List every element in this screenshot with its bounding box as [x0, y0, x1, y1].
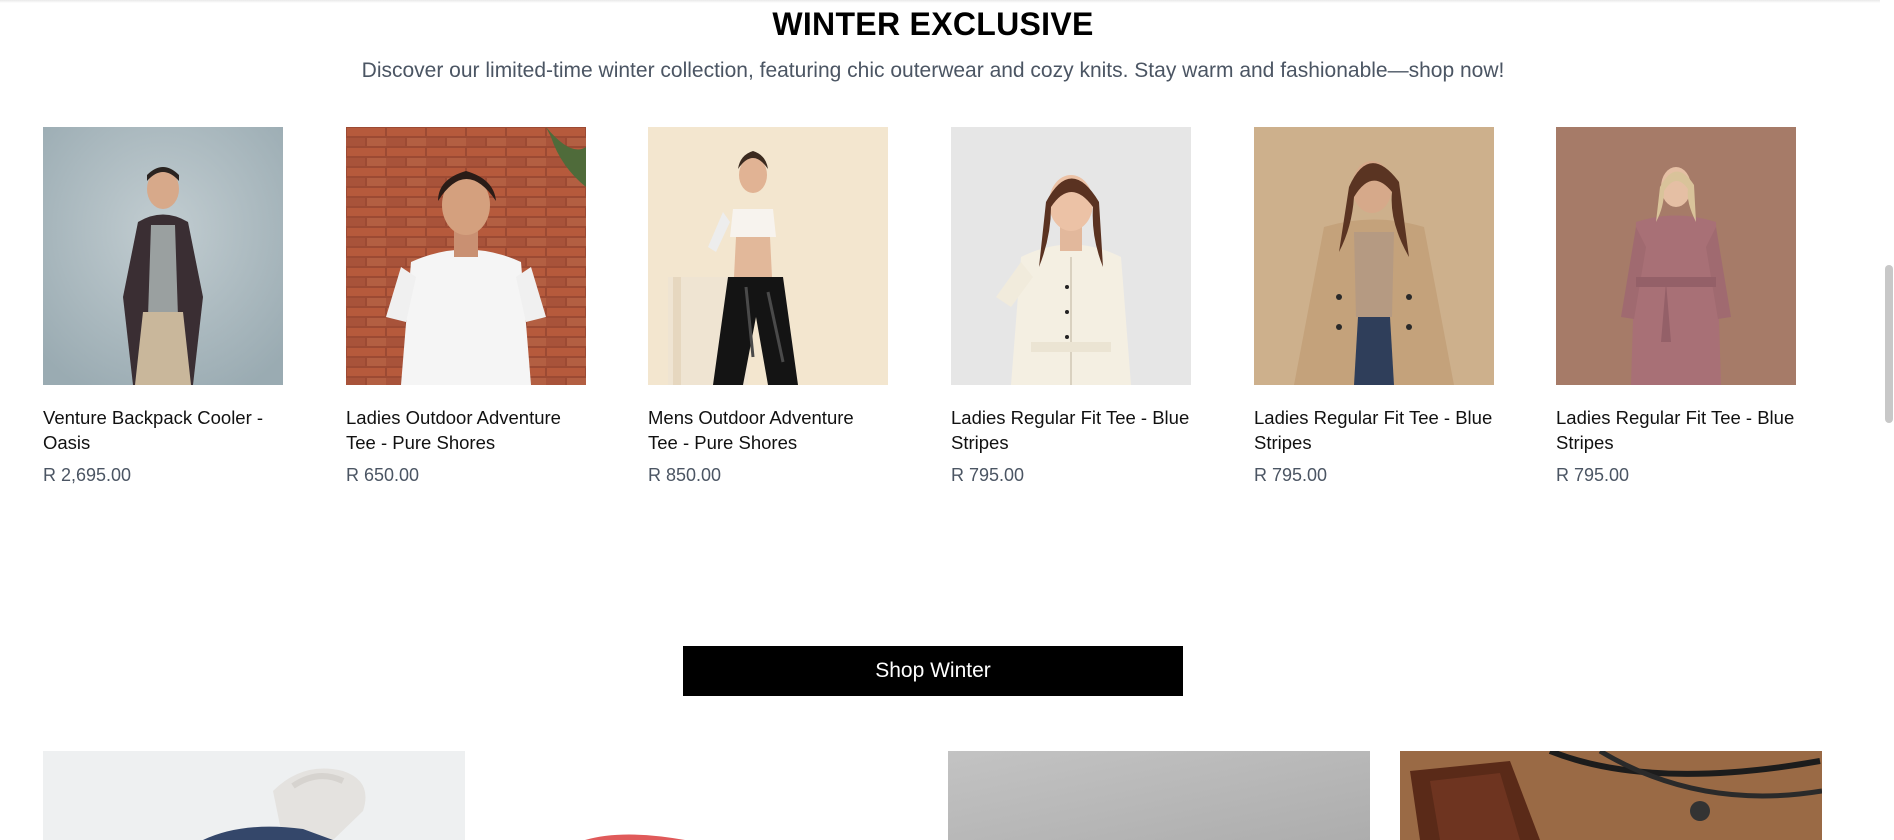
product-card[interactable]: Ladies Regular Fit Tee - Blue Stripes R …: [1254, 127, 1494, 486]
section-title: WINTER EXCLUSIVE: [772, 6, 1094, 42]
category-tile[interactable]: [43, 751, 465, 840]
product-name[interactable]: Ladies Regular Fit Tee - Blue Stripes: [1254, 405, 1494, 455]
product-image[interactable]: [43, 127, 283, 385]
product-price: R 795.00: [951, 465, 1025, 485]
header-shadow: [0, 0, 1880, 3]
product-image[interactable]: [1254, 127, 1494, 385]
product-card[interactable]: Venture Backpack Cooler - Oasis R 2,695.…: [43, 127, 283, 486]
product-card[interactable]: Ladies Regular Fit Tee - Blue Stripes R …: [951, 127, 1191, 486]
product-image[interactable]: [1556, 127, 1796, 385]
category-tile[interactable]: [948, 751, 1370, 840]
scrollbar-thumb[interactable]: [1885, 265, 1893, 423]
product-price: R 2,695.00: [43, 465, 132, 485]
product-name[interactable]: Ladies Regular Fit Tee - Blue Stripes: [951, 405, 1191, 455]
category-tile[interactable]: [495, 751, 917, 840]
category-tile[interactable]: [1400, 751, 1822, 840]
product-price: R 795.00: [1556, 465, 1630, 485]
section-subtitle: Discover our limited-time winter collect…: [361, 59, 1505, 82]
product-card[interactable]: Mens Outdoor Adventure Tee - Pure Shores…: [648, 127, 888, 486]
product-image[interactable]: [951, 127, 1191, 385]
product-name[interactable]: Ladies Outdoor Adventure Tee - Pure Shor…: [346, 405, 586, 455]
product-card[interactable]: Ladies Regular Fit Tee - Blue Stripes R …: [1556, 127, 1796, 486]
product-image[interactable]: [346, 127, 586, 385]
product-price: R 850.00: [648, 465, 722, 485]
product-name[interactable]: Venture Backpack Cooler - Oasis: [43, 405, 283, 455]
product-price: R 650.00: [346, 465, 420, 485]
shop-winter-button[interactable]: Shop Winter: [683, 646, 1183, 696]
product-image[interactable]: [648, 127, 888, 385]
product-name[interactable]: Mens Outdoor Adventure Tee - Pure Shores: [648, 405, 888, 455]
product-name[interactable]: Ladies Regular Fit Tee - Blue Stripes: [1556, 405, 1796, 455]
product-card[interactable]: Ladies Outdoor Adventure Tee - Pure Shor…: [346, 127, 586, 486]
product-price: R 795.00: [1254, 465, 1328, 485]
